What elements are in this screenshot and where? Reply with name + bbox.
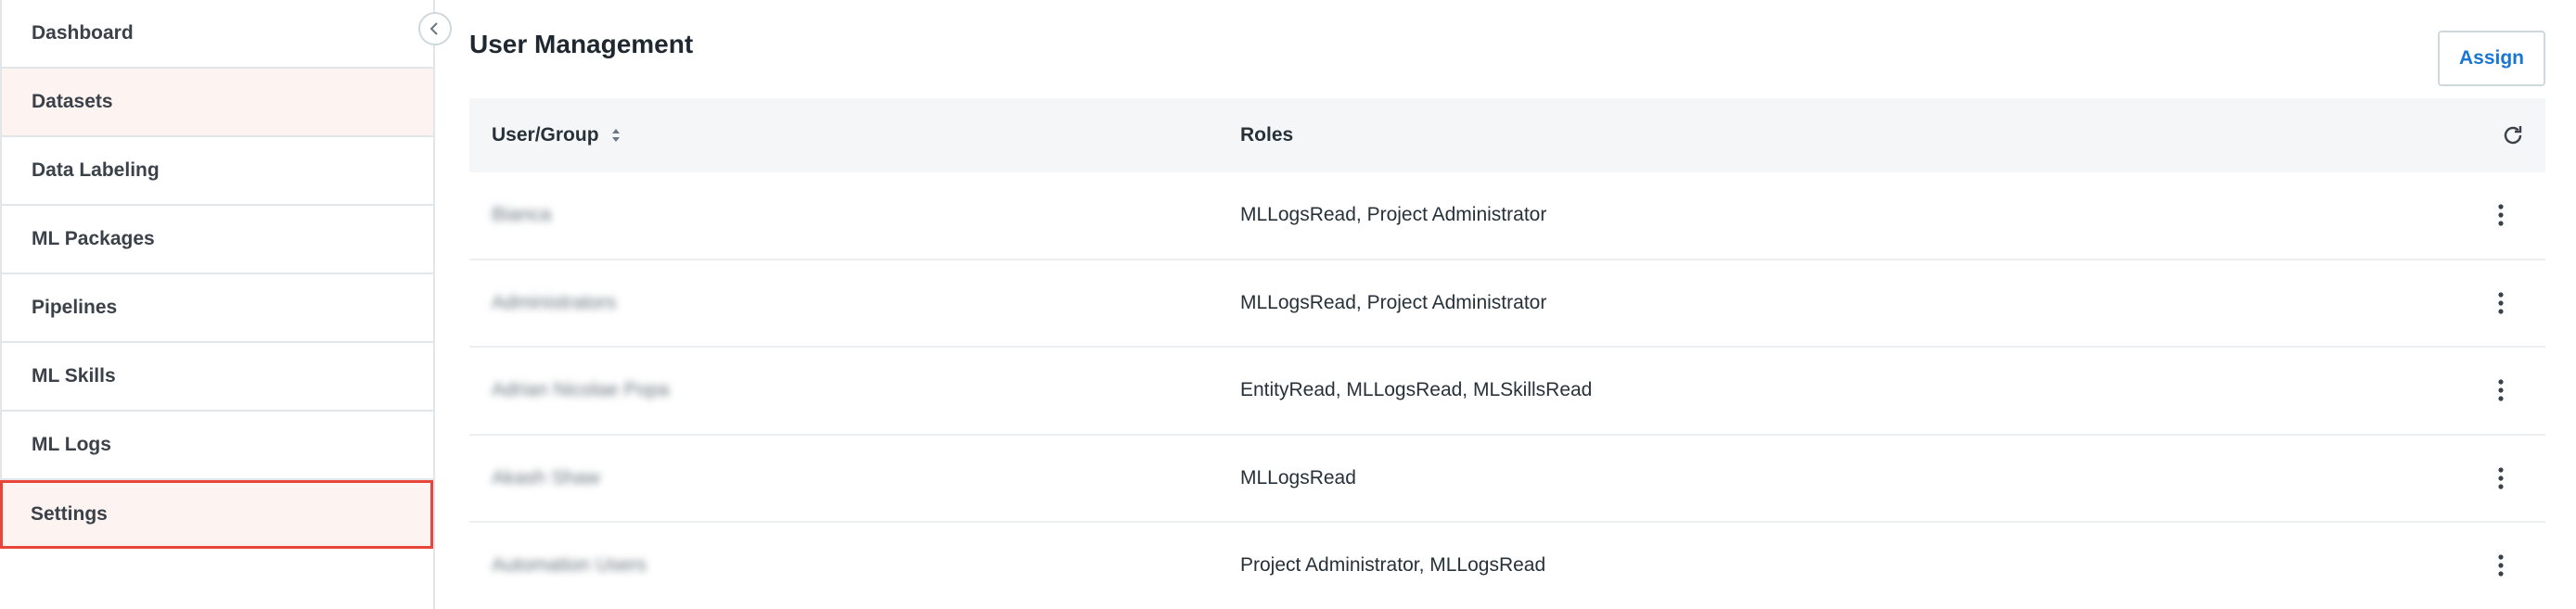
sidebar-item-label: ML Skills (32, 365, 116, 387)
more-options-icon[interactable] (2490, 550, 2512, 581)
sidebar-item-datasets[interactable]: Datasets (0, 69, 433, 137)
table-row: Bianca MLLogsRead, Project Administrator (469, 172, 2545, 260)
sidebar-item-label: Datasets (32, 91, 113, 112)
sidebar-item-label: Data Labeling (32, 159, 160, 181)
sidebar-item-label: Dashboard (32, 22, 134, 44)
roles-cell: EntityRead, MLLogsRead, MLSkillsRead (1240, 379, 1593, 401)
table-row: Automation Users Project Administrator, … (469, 523, 2545, 609)
sidebar-item-pipelines[interactable]: Pipelines (0, 274, 433, 343)
roles-cell: MLLogsRead, Project Administrator (1240, 291, 1547, 313)
sidebar-item-settings[interactable]: Settings (0, 480, 433, 549)
more-options-icon[interactable] (2490, 463, 2512, 494)
sidebar-item-ml-logs[interactable]: ML Logs (0, 412, 433, 480)
roles-cell: MLLogsRead, Project Administrator (1240, 204, 1547, 226)
sidebar-item-label: Settings (31, 503, 108, 525)
table-row: Adrian Nicolae Popa EntityRead, MLLogsRe… (469, 348, 2545, 436)
roles-cell: MLLogsRead (1240, 466, 1356, 488)
main-content: User Management Assign User/Group Roles (469, 0, 2545, 609)
user-role-grid: User/Group Roles Bianca MLLogsRead, Proj… (469, 98, 2545, 609)
sidebar-item-ml-packages[interactable]: ML Packages (0, 206, 433, 274)
column-header-label: User/Group (492, 124, 599, 146)
sidebar-item-label: ML Logs (32, 434, 111, 455)
more-options-icon[interactable] (2490, 374, 2512, 406)
sidebar-item-dashboard[interactable]: Dashboard (0, 0, 433, 69)
sidebar-item-ml-skills[interactable]: ML Skills (0, 343, 433, 412)
user-cell: Akash Shaw (492, 466, 600, 488)
sidebar-item-label: Pipelines (32, 297, 118, 318)
user-cell: Bianca (492, 204, 552, 226)
sort-icon[interactable] (610, 127, 622, 144)
roles-cell: Project Administrator, MLLogsRead (1240, 554, 1546, 577)
user-cell: Adrian Nicolae Popa (492, 379, 670, 401)
column-header-user-group[interactable]: User/Group (492, 124, 622, 146)
refresh-icon[interactable] (2501, 123, 2525, 152)
user-cell: Automation Users (492, 554, 647, 577)
sidebar-item-data-labeling[interactable]: Data Labeling (0, 137, 433, 206)
column-header-label: Roles (1240, 124, 1294, 146)
more-options-icon[interactable] (2490, 199, 2512, 231)
assign-button[interactable]: Assign (2438, 31, 2545, 86)
page-title: User Management (469, 30, 694, 58)
chevron-left-icon (429, 22, 438, 35)
grid-header: User/Group Roles (469, 98, 2545, 172)
sidebar-item-label: ML Packages (32, 228, 155, 249)
sidebar-collapse-button[interactable] (418, 12, 452, 45)
table-row: Akash Shaw MLLogsRead (469, 436, 2545, 523)
column-header-roles: Roles (1240, 124, 1293, 146)
user-cell: Administrators (492, 291, 617, 313)
sidebar-nav: Dashboard Datasets Data Labeling ML Pack… (0, 0, 433, 549)
app-window: Dashboard Datasets Data Labeling ML Pack… (0, 0, 2576, 609)
more-options-icon[interactable] (2490, 287, 2512, 319)
sidebar: Dashboard Datasets Data Labeling ML Pack… (0, 0, 435, 609)
table-row: Administrators MLLogsRead, Project Admin… (469, 260, 2545, 348)
